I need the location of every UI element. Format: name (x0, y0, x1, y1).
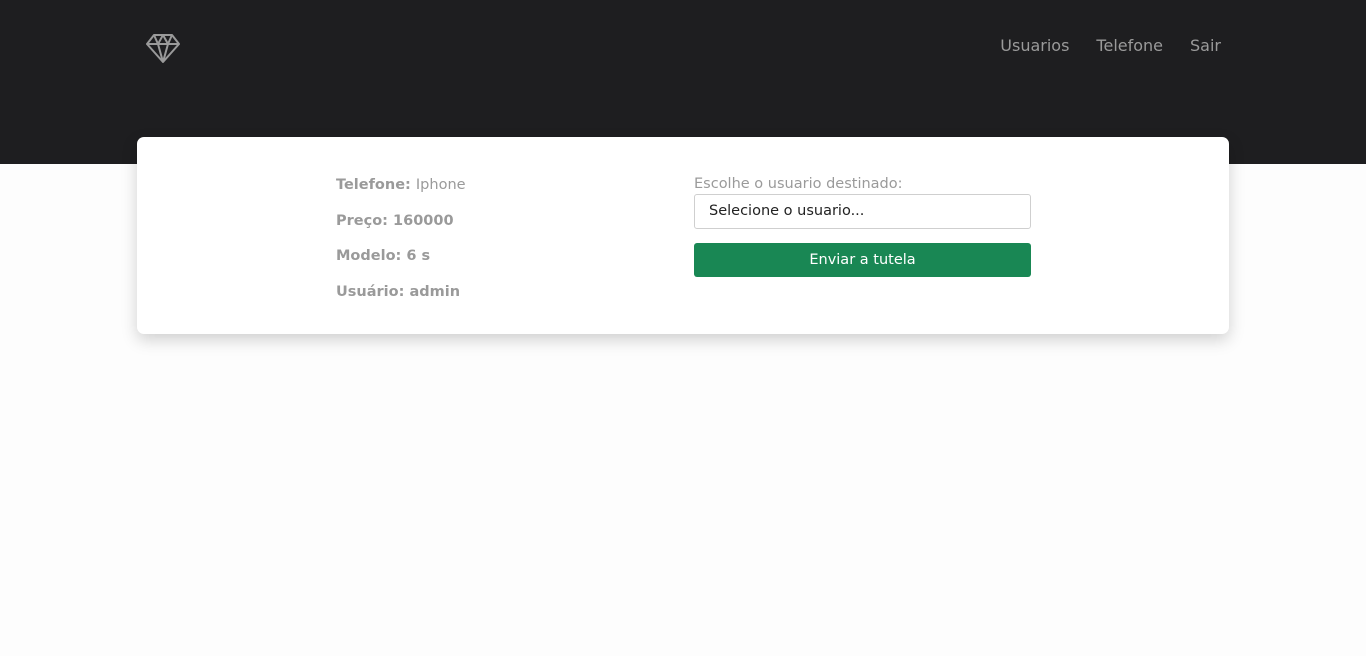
phone-info: Telefone: Iphone Preço: 160000 Modelo: 6… (336, 175, 466, 317)
modelo-row: Modelo: 6 s (336, 246, 466, 266)
submit-button[interactable]: Enviar a tutela (694, 243, 1031, 277)
telefone-value: Iphone (415, 177, 466, 193)
phone-card: Telefone: Iphone Preço: 160000 Modelo: 6… (137, 137, 1229, 334)
telefone-row: Telefone: Iphone (336, 175, 466, 195)
modelo-value: 6 s (406, 248, 431, 264)
preco-row: Preço: 160000 (336, 211, 466, 231)
diamond-icon[interactable] (146, 31, 180, 65)
modelo-label: Modelo: (336, 248, 402, 264)
user-select-value: Selecione o usuario... (709, 203, 865, 219)
preco-value: 160000 (393, 212, 454, 229)
nav-sair[interactable]: Sair (1190, 36, 1221, 56)
nav-telefone[interactable]: Telefone (1096, 36, 1163, 56)
usuario-value: admin (409, 283, 461, 300)
telefone-label: Telefone: (336, 177, 411, 193)
usuario-label: Usuário: (336, 283, 405, 300)
select-label: Escolhe o usuario destinado: (694, 176, 903, 192)
nav-usuarios[interactable]: Usuarios (1000, 36, 1069, 56)
usuario-row: Usuário: admin (336, 282, 466, 302)
main-nav: Usuarios Telefone Sair (1000, 36, 1221, 56)
preco-label: Preço: (336, 212, 388, 229)
user-select[interactable]: Selecione o usuario... (694, 194, 1031, 229)
transfer-form: Escolhe o usuario destinado: Selecione o… (694, 175, 1031, 277)
